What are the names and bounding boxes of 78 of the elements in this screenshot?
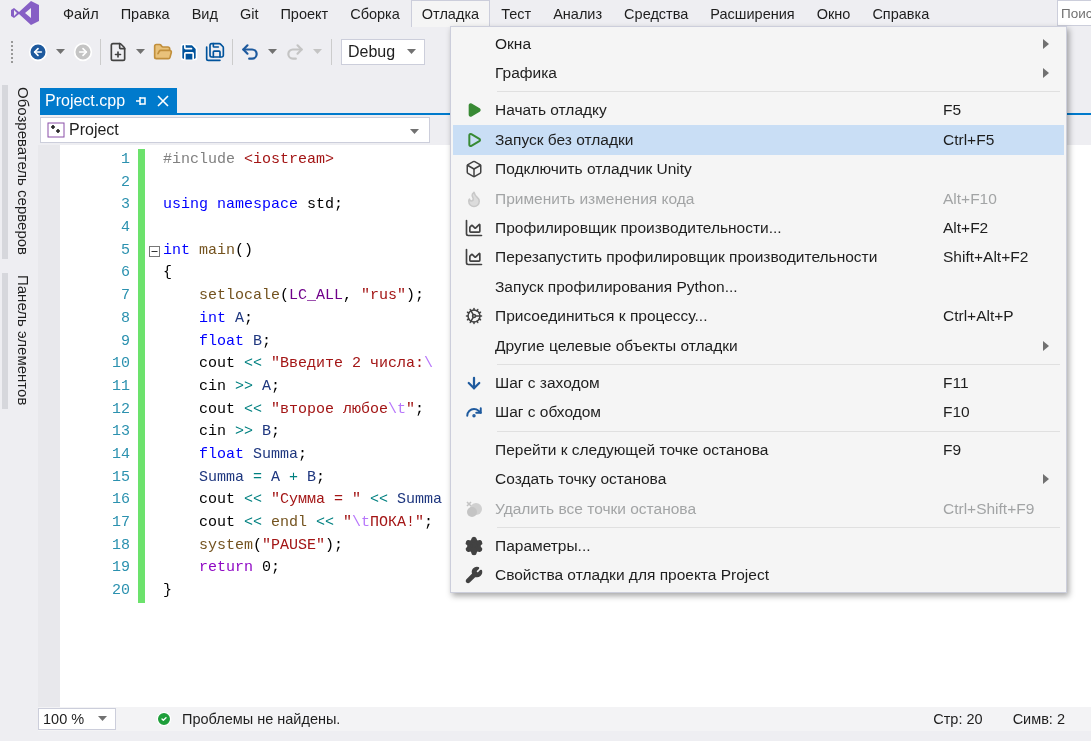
scope-dropdown[interactable]: Project bbox=[40, 117, 430, 143]
configuration-dropdown[interactable]: Debug bbox=[341, 39, 425, 65]
menu-entry[interactable]: Шаг с заходом F11 bbox=[453, 368, 1064, 398]
line-position: Стр: 20 bbox=[933, 711, 983, 727]
menu-entry[interactable]: Запуск без отладки Ctrl+F5 bbox=[453, 125, 1064, 155]
line-number: 5 bbox=[120, 240, 130, 261]
line-number: 16 bbox=[111, 490, 130, 511]
line-number: 20 bbox=[111, 581, 130, 602]
menu-entry[interactable]: Подключить отладчик Unity bbox=[453, 154, 1064, 184]
menu-item[interactable]: Анализ bbox=[542, 0, 614, 27]
menu-item[interactable]: Git bbox=[228, 0, 270, 27]
code-line: int A; bbox=[198, 308, 254, 329]
menu-item[interactable]: Тест bbox=[490, 0, 543, 27]
line-number: 7 bbox=[120, 286, 130, 307]
line-number: 9 bbox=[120, 331, 130, 352]
menu-entry[interactable]: Графика bbox=[453, 58, 1064, 88]
line-number: 17 bbox=[111, 513, 130, 533]
code-line: using namespace std; bbox=[163, 195, 344, 216]
line-number: 11 bbox=[111, 376, 130, 397]
line-number: 3 bbox=[120, 195, 130, 216]
menu-item[interactable]: Файл bbox=[52, 0, 110, 27]
code-line: Summa = A + B; bbox=[198, 467, 326, 488]
menu-item[interactable]: Отладка bbox=[410, 0, 491, 27]
tab-title: Project.cpp bbox=[45, 91, 126, 110]
code-line: cout << "второе любое\t"; bbox=[198, 399, 425, 420]
menu-item[interactable]: Средства bbox=[613, 0, 700, 27]
menu-entry[interactable]: Перейти к следующей точке останова F9 bbox=[453, 435, 1064, 465]
code-line: #include <iostream> bbox=[163, 150, 335, 170]
code-line: cin >> B; bbox=[198, 422, 281, 443]
code-line: cout << endl << "\tПОКА!"; bbox=[198, 513, 434, 533]
menu-entry[interactable]: Шаг с обходом F10 bbox=[453, 397, 1064, 428]
code-line: return 0; bbox=[198, 558, 281, 579]
line-number: 1 bbox=[120, 150, 130, 170]
column-position: Симв: 2 bbox=[1012, 711, 1065, 727]
menu-item[interactable]: Вид bbox=[180, 0, 229, 27]
line-number: 2 bbox=[120, 172, 130, 193]
line-number: 18 bbox=[111, 535, 130, 556]
code-line: system("PAUSE"); bbox=[198, 535, 344, 556]
menu-item[interactable]: Правка bbox=[109, 0, 181, 27]
menu-item[interactable]: Справка bbox=[861, 0, 941, 27]
code-line: cin >> A; bbox=[198, 376, 281, 397]
menu-item[interactable]: Проект bbox=[269, 0, 340, 27]
code-line: } bbox=[163, 581, 172, 602]
menu-item[interactable]: Расширения bbox=[699, 0, 806, 27]
menu-entry[interactable]: Присоединиться к процессу... Ctrl+Alt+P bbox=[453, 301, 1064, 331]
zoom-dropdown[interactable]: 100 % bbox=[38, 708, 116, 730]
line-number: 15 bbox=[111, 467, 130, 488]
code-line: float Summa; bbox=[198, 444, 308, 465]
menu-item[interactable]: Сборка bbox=[339, 0, 411, 27]
code-line: float B; bbox=[198, 331, 272, 352]
code-line: { bbox=[163, 263, 172, 284]
menu-item[interactable]: Окно bbox=[805, 0, 862, 27]
line-number: 10 bbox=[111, 354, 130, 375]
line-number: 13 bbox=[111, 422, 130, 443]
code-line: cout << "Введите 2 числа:\ bbox=[198, 354, 434, 375]
document-tab[interactable]: Project.cpp bbox=[40, 88, 178, 113]
menu-entry[interactable]: Другие целевые объекты отладки bbox=[453, 330, 1064, 361]
line-number: 19 bbox=[111, 558, 130, 579]
scope-value: Project bbox=[69, 121, 119, 139]
line-number: 8 bbox=[120, 308, 130, 329]
menu-entry[interactable]: Окна bbox=[453, 29, 1064, 59]
menu-entry[interactable]: Профилировщик производительности... Alt+F2 bbox=[453, 213, 1064, 243]
line-number: 4 bbox=[120, 218, 130, 239]
menu-entry[interactable]: Параметры... bbox=[453, 531, 1064, 561]
menu-entry[interactable]: Свойства отладки для проекта Project bbox=[453, 560, 1064, 591]
configuration-value: Debug bbox=[348, 43, 396, 61]
line-number: 6 bbox=[120, 263, 130, 284]
menu-entry[interactable]: Перезапустить профилировщик производительности Shift+Alt+F2 bbox=[453, 242, 1064, 273]
code-line: int main() bbox=[163, 240, 254, 261]
code-line: setlocale(LC_ALL, "rus"); bbox=[198, 286, 425, 307]
issues-status: Проблемы не найдены. bbox=[182, 711, 341, 727]
menu-entry[interactable]: Создать точку останова bbox=[453, 464, 1064, 494]
zoom-value: 100 % bbox=[43, 711, 85, 727]
menu-entry[interactable]: Начать отладку F5 bbox=[453, 95, 1064, 126]
code-line: cout << "Сумма = " << Summa bbox=[198, 490, 443, 511]
line-number: 14 bbox=[111, 444, 130, 465]
menu-entry[interactable]: Запуск профилирования Python... bbox=[453, 272, 1064, 302]
line-number: 12 bbox=[111, 399, 130, 420]
